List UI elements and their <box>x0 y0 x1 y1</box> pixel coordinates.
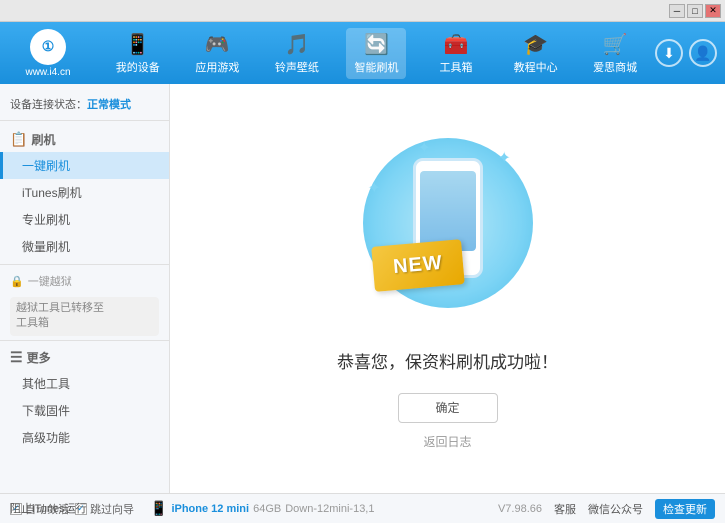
nav-item-my-device[interactable]: 📱 我的设备 <box>108 28 168 79</box>
nav-item-smart-flash-label: 智能刷机 <box>354 59 398 75</box>
bottom-right: V7.98.66 客服 微信公众号 检查更新 <box>498 499 715 519</box>
sidebar: 设备连接状态：正常模式 📋 刷机 一键刷机 iTunes刷机 专业刷机 微量刷机… <box>0 84 170 493</box>
phone-illustration: ✦ ✦ ✦ NEW <box>358 128 538 328</box>
nav-item-smart-flash[interactable]: 🔄 智能刷机 <box>346 28 406 79</box>
nav-item-wallpaper[interactable]: 🎵 铃声壁纸 <box>267 28 327 79</box>
wallpaper-icon: 🎵 <box>284 32 309 57</box>
sidebar-divider-2 <box>0 340 169 341</box>
nav-item-store-label: 爱思商城 <box>593 59 637 75</box>
main-area: 设备连接状态：正常模式 📋 刷机 一键刷机 iTunes刷机 专业刷机 微量刷机… <box>0 84 725 493</box>
sidebar-divider-1 <box>0 264 169 265</box>
nav-item-tutorial-label: 教程中心 <box>514 59 558 75</box>
user-icon: 👤 <box>694 45 711 62</box>
jailbreak-label: 一键越狱 <box>28 273 72 289</box>
apps-games-icon: 🎮 <box>205 32 230 57</box>
flash-group-icon: 📋 <box>10 131 27 148</box>
device-phone-icon: 📱 <box>150 500 167 517</box>
logo-icon: ① <box>42 38 55 55</box>
nav-items: 📱 我的设备 🎮 应用游戏 🎵 铃声壁纸 🔄 智能刷机 🧰 工具箱 🎓 教程中心… <box>98 28 655 79</box>
device-name: iPhone 12 mini <box>171 503 249 515</box>
sparkle-2: ✦ <box>368 178 381 198</box>
wechat-link[interactable]: 微信公众号 <box>588 501 643 517</box>
sidebar-jailbreak-notice: 越狱工具已转移至工具箱 <box>10 297 159 336</box>
confirm-button[interactable]: 确定 <box>398 393 498 423</box>
close-button[interactable]: ✕ <box>705 4 721 18</box>
check-update-label: 检查更新 <box>663 504 707 516</box>
my-device-icon: 📱 <box>125 32 150 57</box>
sidebar-item-micro-flash[interactable]: 微量刷机 <box>0 233 169 260</box>
success-text: 恭喜您，保资料刷机成功啦！ <box>337 348 558 373</box>
download-button[interactable]: ⬇ <box>655 39 683 67</box>
version-text: V7.98.66 <box>498 503 542 515</box>
device-status-bar: 设备连接状态：正常模式 <box>0 92 169 121</box>
logo-subtext: www.i4.cn <box>25 67 70 78</box>
smart-flash-icon: 🔄 <box>364 32 389 57</box>
nav-item-tutorial[interactable]: 🎓 教程中心 <box>506 28 566 79</box>
nav-item-apps-games[interactable]: 🎮 应用游戏 <box>187 28 247 79</box>
logo-circle: ① <box>30 29 66 65</box>
sidebar-item-itunes-flash[interactable]: iTunes刷机 <box>0 179 169 206</box>
flash-group-label: 刷机 <box>31 131 55 148</box>
sidebar-flash-group: 📋 刷机 <box>0 127 169 152</box>
sidebar-item-other-tools[interactable]: 其他工具 <box>0 370 169 397</box>
confirm-button-label: 确定 <box>435 399 459 416</box>
sparkle-1: ✦ <box>498 148 511 168</box>
device-model: Down-12mini-13,1 <box>285 503 374 515</box>
sidebar-item-pro-flash[interactable]: 专业刷机 <box>0 206 169 233</box>
sidebar-item-advanced[interactable]: 高级功能 <box>0 424 169 451</box>
sparkle-3: ✦ <box>418 138 431 158</box>
lock-icon: 🔒 <box>10 275 24 288</box>
nav-right: ⬇ 👤 <box>655 39 717 67</box>
device-info: 📱 iPhone 12 mini 64GB Down-12mini-13,1 <box>150 500 374 517</box>
stop-itunes-bar: 阻止iTunes运行 <box>0 493 87 523</box>
user-button[interactable]: 👤 <box>689 39 717 67</box>
device-storage: 64GB <box>253 503 281 515</box>
stop-itunes-link[interactable]: 阻止iTunes运行 <box>10 500 87 516</box>
nav-item-my-device-label: 我的设备 <box>116 59 160 75</box>
sidebar-jailbreak-section: 🔒 一键越狱 <box>0 269 169 293</box>
nav-item-toolbox-label: 工具箱 <box>440 59 473 75</box>
tutorial-icon: 🎓 <box>523 32 548 57</box>
jailbreak-notice-text: 越狱工具已转移至工具箱 <box>16 302 104 329</box>
minimize-button[interactable]: ─ <box>669 4 685 18</box>
title-bar: ─ □ ✕ <box>0 0 725 22</box>
status-label: 设备连接状态： <box>10 99 87 111</box>
app-logo: ① www.i4.cn <box>8 29 88 78</box>
more-group-label: 更多 <box>27 349 51 366</box>
new-ribbon: NEW <box>371 239 465 292</box>
bottom-bar: ✓ 自动敛活 ✓ 跳过向导 📱 iPhone 12 mini 64GB Down… <box>0 493 725 523</box>
sidebar-more-group: ☰ 更多 <box>0 345 169 370</box>
maximize-button[interactable]: □ <box>687 4 703 18</box>
new-ribbon-text: NEW <box>392 251 443 278</box>
nav-item-store[interactable]: 🛒 爱思商城 <box>585 28 645 79</box>
nav-item-wallpaper-label: 铃声壁纸 <box>275 59 319 75</box>
store-icon: 🛒 <box>603 32 628 57</box>
download-icon: ⬇ <box>663 45 675 62</box>
customer-service-link[interactable]: 客服 <box>554 501 576 517</box>
toolbox-icon: 🧰 <box>444 32 469 57</box>
more-group-icon: ☰ <box>10 349 23 366</box>
nav-item-apps-games-label: 应用游戏 <box>195 59 239 75</box>
sidebar-item-one-key-flash[interactable]: 一键刷机 <box>0 152 169 179</box>
check-update-button[interactable]: 检查更新 <box>655 499 715 519</box>
skip-wizard-label: 跳过向导 <box>90 501 134 517</box>
nav-item-toolbox[interactable]: 🧰 工具箱 <box>426 28 486 79</box>
content-area: ✦ ✦ ✦ NEW 恭喜您，保资料刷机成功啦！ 确定 返回日志 <box>170 84 725 493</box>
back-link[interactable]: 返回日志 <box>423 433 471 450</box>
phone-screen <box>420 171 476 251</box>
nav-bar: ① www.i4.cn 📱 我的设备 🎮 应用游戏 🎵 铃声壁纸 🔄 智能刷机 … <box>0 22 725 84</box>
status-value: 正常模式 <box>87 99 131 111</box>
sidebar-item-download-firmware[interactable]: 下载固件 <box>0 397 169 424</box>
